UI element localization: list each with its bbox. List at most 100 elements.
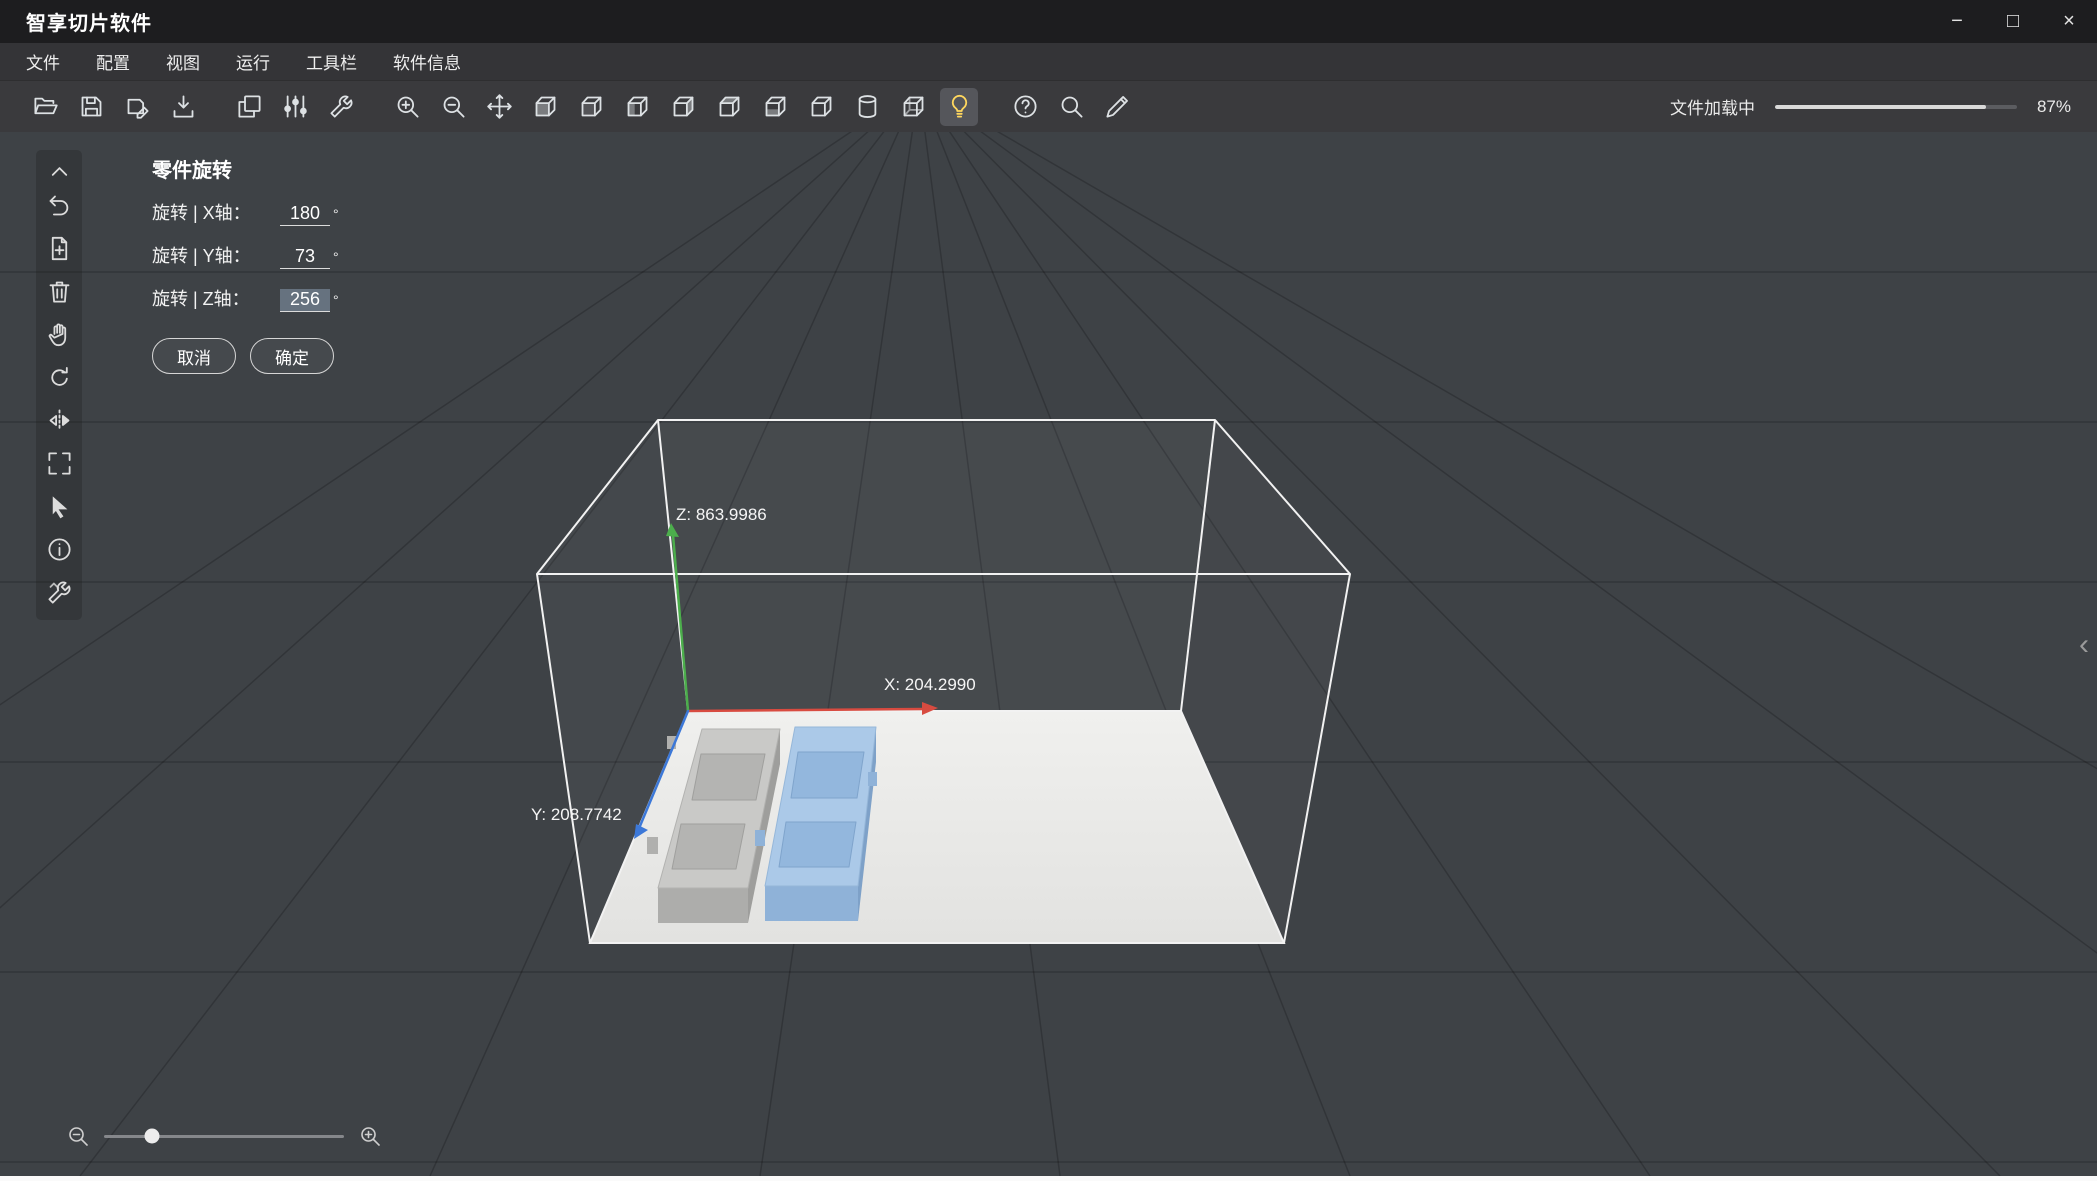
menu-bar: 文件 配置 视图 运行 工具栏 软件信息 — [0, 43, 2097, 81]
save-as-icon — [124, 93, 151, 120]
select-button[interactable] — [46, 493, 73, 520]
view-back-button[interactable] — [572, 88, 610, 126]
view-back-icon — [578, 93, 605, 120]
view-bottom-icon — [762, 93, 789, 120]
probe-button[interactable] — [1052, 88, 1090, 126]
z-axis-label: Z: 863.9986 — [676, 505, 767, 524]
y-axis-label: Y: 208.7742 — [531, 805, 622, 824]
info-button[interactable] — [46, 536, 73, 563]
add-model-icon — [46, 235, 73, 262]
menu-view[interactable]: 视图 — [166, 49, 200, 74]
move-model-icon — [486, 93, 513, 120]
delete-model-icon — [46, 278, 73, 305]
toolbar-group — [26, 88, 202, 126]
menu-config[interactable]: 配置 — [96, 49, 130, 74]
degree-unit: ° — [333, 206, 339, 222]
pan-button[interactable] — [46, 321, 73, 348]
rotation-axis-label: 旋转 | Z轴： — [152, 289, 250, 309]
annotate-pen-button[interactable] — [1098, 88, 1136, 126]
light-button[interactable] — [940, 87, 978, 126]
help-button[interactable] — [1006, 88, 1044, 126]
x-axis-label: X: 204.2990 — [884, 675, 976, 694]
probe-icon — [1058, 93, 1085, 120]
titlebar: 智享切片软件 − □ × — [0, 0, 2097, 43]
adjust-params-icon — [282, 93, 309, 120]
open-file-button[interactable] — [26, 88, 64, 126]
wireframe-view-button[interactable] — [894, 88, 932, 126]
undo-icon — [46, 192, 73, 219]
view-right-icon — [670, 93, 697, 120]
rotation-panel: 零件旋转 旋转 | X轴： 180 ° 旋转 | Y轴： 73 ° 旋转 | Z轴： 256 °… — [152, 154, 339, 374]
rotation-value-input[interactable]: 73 — [280, 246, 330, 269]
cancel-button[interactable]: 取消 — [152, 338, 236, 374]
fit-view-icon — [46, 450, 73, 477]
menu-toolbar[interactable]: 工具栏 — [306, 49, 357, 74]
save-as-button[interactable] — [118, 88, 156, 126]
view-left-button[interactable] — [618, 88, 656, 126]
info-icon — [46, 536, 73, 563]
rotation-value-input[interactable]: 180 — [280, 203, 330, 226]
view-top-button[interactable] — [710, 88, 748, 126]
file-loading-progressbar — [1774, 104, 2017, 109]
add-model-button[interactable] — [46, 235, 73, 262]
pan-icon — [46, 321, 73, 348]
menu-software-info[interactable]: 软件信息 — [393, 49, 461, 74]
view-iso-icon — [808, 93, 835, 120]
machine-tools-icon — [328, 93, 355, 120]
undo-button[interactable] — [46, 192, 73, 219]
machine-tools-button[interactable] — [322, 88, 360, 126]
zoom-slider[interactable] — [104, 1128, 344, 1144]
mirror-icon — [46, 407, 73, 434]
move-model-button[interactable] — [480, 88, 518, 126]
confirm-button[interactable]: 确定 — [250, 338, 334, 374]
rotation-axis-label: 旋转 | Y轴： — [152, 246, 251, 266]
zoom-out-icon[interactable] — [66, 1124, 90, 1148]
zoom-in-icon — [394, 93, 421, 120]
window-title: 智享切片软件 — [26, 13, 152, 35]
duplicate-icon — [236, 93, 263, 120]
zoom-in-icon[interactable] — [358, 1124, 382, 1148]
import-model-button[interactable] — [164, 88, 202, 126]
view-bottom-button[interactable] — [756, 88, 794, 126]
import-model-icon — [170, 93, 197, 120]
view-right-button[interactable] — [664, 88, 702, 126]
select-icon — [46, 493, 73, 520]
cylinder-view-icon — [854, 93, 881, 120]
zoom-out-button[interactable] — [434, 88, 472, 126]
duplicate-button[interactable] — [230, 88, 268, 126]
adjust-params-button[interactable] — [276, 88, 314, 126]
mirror-button[interactable] — [46, 407, 73, 434]
left-tool-panel — [36, 150, 82, 620]
view-iso-button[interactable] — [802, 88, 840, 126]
minimize-button[interactable]: − — [1929, 0, 1985, 43]
rotation-row: 旋转 | Z轴： 256 ° — [152, 285, 339, 312]
rotation-panel-title: 零件旋转 — [152, 160, 232, 182]
delete-model-button[interactable] — [46, 278, 73, 305]
zoom-slider-knob[interactable] — [144, 1128, 160, 1144]
view-front-button[interactable] — [526, 88, 564, 126]
bottom-strip — [0, 1176, 2097, 1181]
repair-button[interactable] — [46, 579, 73, 606]
rotation-row: 旋转 | Y轴： 73 ° — [152, 242, 339, 269]
maximize-button[interactable]: □ — [1985, 0, 2041, 43]
toolbar: 文件加载中 87% — [0, 81, 2097, 132]
save-button[interactable] — [72, 88, 110, 126]
toolbar-groups — [26, 87, 1136, 126]
view-top-icon — [716, 93, 743, 120]
rotation-value-input[interactable]: 256 — [280, 289, 330, 312]
right-panel-chevron-icon[interactable]: ‹ — [2079, 630, 2089, 660]
fit-view-button[interactable] — [46, 450, 73, 477]
collapse-button[interactable] — [46, 158, 73, 176]
degree-unit: ° — [333, 249, 339, 265]
cylinder-view-button[interactable] — [848, 88, 886, 126]
rotate-view-button[interactable] — [46, 364, 73, 391]
file-loading-percent: 87% — [2036, 96, 2071, 116]
help-icon — [1012, 93, 1039, 120]
close-button[interactable]: × — [2041, 0, 2097, 43]
zoom-in-button[interactable] — [388, 88, 426, 126]
menu-file[interactable]: 文件 — [26, 49, 60, 74]
file-loading-label: 文件加载中 — [1669, 99, 1755, 118]
rotate-view-icon — [46, 364, 73, 391]
menu-run[interactable]: 运行 — [236, 49, 270, 74]
collapse-icon — [46, 158, 73, 185]
